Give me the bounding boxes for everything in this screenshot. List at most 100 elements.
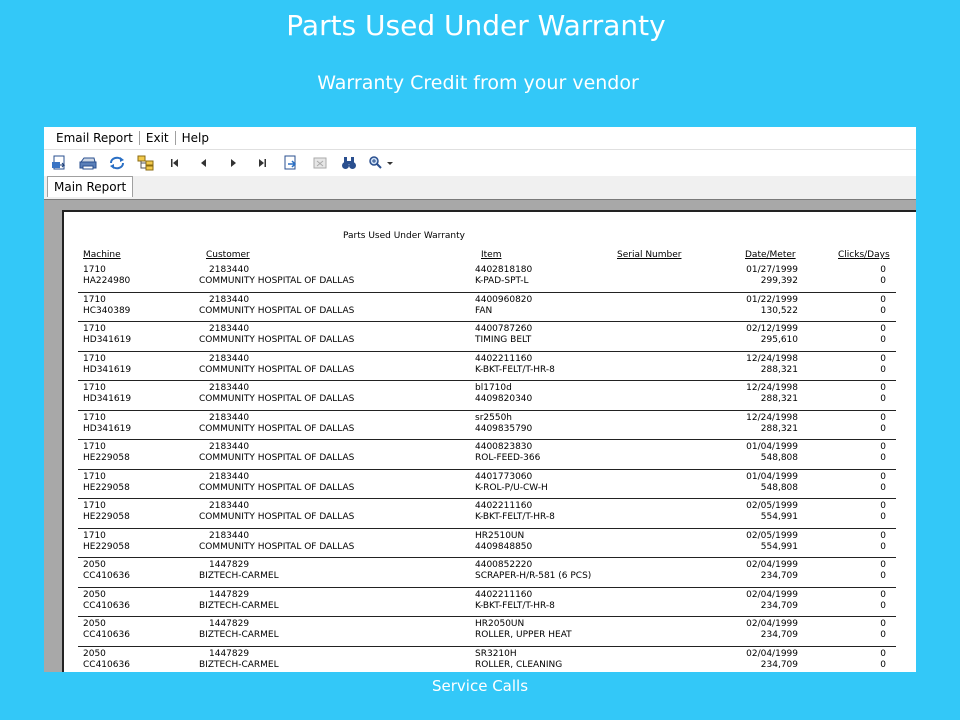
table-row: 1710 HE229058 2183440 COMMUNITY HOSPITAL OF…	[78, 529, 896, 558]
menu-help[interactable]: Help	[176, 131, 215, 145]
cell-item1: 4400960820	[475, 294, 533, 305]
cell-meter: 234,709	[760, 659, 798, 670]
cell-date: 01/04/1999	[746, 471, 798, 482]
cell-clicks: 0	[880, 501, 886, 511]
cell-clicks: 0	[880, 442, 886, 452]
cell-serial-no: HE229058	[83, 453, 130, 463]
cell-meter: 554,991	[760, 541, 798, 552]
cell-date: 02/05/1999	[746, 501, 798, 511]
cell-date: 02/04/1999	[746, 648, 798, 659]
cell-item1: 4402211160	[475, 589, 533, 600]
cell-date: 01/22/1999	[746, 294, 798, 305]
cell-clicks: 0	[880, 560, 886, 570]
table-row: 1710 HE229058 2183440 COMMUNITY HOSPITAL OF…	[78, 499, 896, 529]
cell-days: 0	[880, 394, 886, 404]
cell-date: 01/04/1999	[746, 442, 798, 452]
cell-date: 02/04/1999	[746, 589, 798, 600]
refresh-icon[interactable]	[106, 153, 128, 173]
close-view-icon[interactable]	[309, 153, 331, 173]
cell-date: 02/04/1999	[746, 619, 798, 629]
menu-email-report[interactable]: Email Report	[50, 131, 139, 145]
cell-clicks: 0	[880, 383, 886, 393]
cell-meter: 234,709	[760, 630, 798, 640]
cell-days: 0	[880, 335, 886, 345]
cell-customer: BIZTECH-CARMEL	[199, 600, 279, 611]
cell-serial-no: HE229058	[83, 482, 130, 493]
report-title: Parts Used Under Warranty	[343, 231, 465, 241]
cell-meter: 548,808	[760, 482, 798, 493]
group-tree-icon[interactable]	[135, 153, 157, 173]
cell-cust-no: 2183440	[209, 471, 250, 482]
slide-subtitle: Warranty Credit from your vendor	[317, 72, 639, 94]
cell-days: 0	[880, 364, 886, 375]
cell-cust-no: 2183440	[209, 353, 250, 364]
cell-serial-no: CC410636	[83, 659, 130, 670]
cell-machine: 2050	[83, 589, 106, 600]
col-header-clicks-days: Clicks/Days	[838, 250, 890, 260]
cell-machine: 1710	[83, 294, 106, 305]
cell-days: 0	[880, 482, 886, 493]
previous-page-icon[interactable]	[193, 153, 215, 173]
cell-cust-no: 2183440	[209, 383, 250, 393]
col-header-serial-number: Serial Number	[617, 250, 682, 260]
cell-machine: 1710	[83, 383, 106, 393]
table-row: 1710 HE229058 2183440 COMMUNITY HOSPITAL OF…	[78, 440, 896, 470]
cell-clicks: 0	[880, 324, 886, 334]
cell-item2: FAN	[475, 305, 493, 316]
report-viewer-window: Email Report Exit Help Main Report Parts…	[44, 127, 916, 672]
zoom-icon[interactable]	[367, 153, 395, 173]
cell-serial-no: HE229058	[83, 512, 130, 522]
cell-clicks: 0	[880, 265, 886, 275]
menu-exit[interactable]: Exit	[140, 131, 175, 145]
tab-main-report[interactable]: Main Report	[47, 176, 134, 197]
cell-item2: SCRAPER-H/R-581 (6 PCS)	[475, 571, 592, 581]
cell-machine: 1710	[83, 265, 106, 275]
cell-item2: ROLLER, UPPER HEAT	[475, 630, 572, 640]
cell-date: 02/04/1999	[746, 560, 798, 570]
cell-item2: K-BKT-FELT/T-HR-8	[475, 600, 555, 611]
cell-days: 0	[880, 630, 886, 640]
cell-date: 12/24/1998	[746, 412, 798, 423]
table-row: 1710 HE229058 2183440 COMMUNITY HOSPITAL OF…	[78, 470, 896, 499]
cell-machine: 1710	[83, 530, 106, 541]
cell-meter: 130,522	[760, 305, 798, 316]
cell-customer: BIZTECH-CARMEL	[199, 571, 279, 581]
cell-cust-no: 2183440	[209, 530, 250, 541]
export-icon[interactable]	[48, 153, 70, 173]
cell-serial-no: HC340389	[83, 305, 131, 316]
cell-clicks: 0	[880, 471, 886, 482]
cell-cust-no: 1447829	[209, 589, 250, 600]
cell-item2: TIMING BELT	[475, 335, 532, 345]
cell-clicks: 0	[880, 530, 886, 541]
cell-customer: COMMUNITY HOSPITAL OF DALLAS	[199, 276, 355, 286]
cell-item1: 4400823830	[475, 442, 533, 452]
column-headers: Machine Customer Item Serial Number Date…	[64, 250, 916, 262]
col-header-customer: Customer	[206, 250, 250, 260]
table-row: 1710 HC340389 2183440 COMMUNITY HOSPITAL OF…	[78, 293, 896, 322]
cell-customer: BIZTECH-CARMEL	[199, 630, 279, 640]
cell-meter: 554,991	[760, 512, 798, 522]
cell-cust-no: 2183440	[209, 265, 250, 275]
cell-days: 0	[880, 541, 886, 552]
cell-clicks: 0	[880, 412, 886, 423]
print-icon[interactable]	[77, 153, 99, 173]
cell-item1: 4400787260	[475, 324, 533, 334]
table-row: 1710 HD341619 2183440 COMMUNITY HOSPITAL OF…	[78, 322, 896, 352]
cell-date: 02/12/1999	[746, 324, 798, 334]
cell-serial-no: CC410636	[83, 600, 130, 611]
cell-item2: 4409848850	[475, 541, 533, 552]
cell-item1: 4402818180	[475, 265, 533, 275]
cell-item1: HR2050UN	[475, 619, 525, 629]
cell-serial-no: HD341619	[83, 394, 132, 404]
cell-serial-no: CC410636	[83, 571, 130, 581]
binoculars-search-icon[interactable]	[338, 153, 360, 173]
cell-cust-no: 2183440	[209, 324, 250, 334]
report-preview-area[interactable]: Parts Used Under Warranty Machine Custom…	[44, 199, 916, 672]
goto-page-icon[interactable]	[280, 153, 302, 173]
first-page-icon[interactable]	[164, 153, 186, 173]
last-page-icon[interactable]	[251, 153, 273, 173]
cell-item2: K-ROL-P/U-CW-H	[475, 482, 548, 493]
next-page-icon[interactable]	[222, 153, 244, 173]
table-row: 1710 HD341619 2183440 COMMUNITY HOSPITAL OF…	[78, 381, 896, 411]
cell-cust-no: 2183440	[209, 442, 250, 452]
